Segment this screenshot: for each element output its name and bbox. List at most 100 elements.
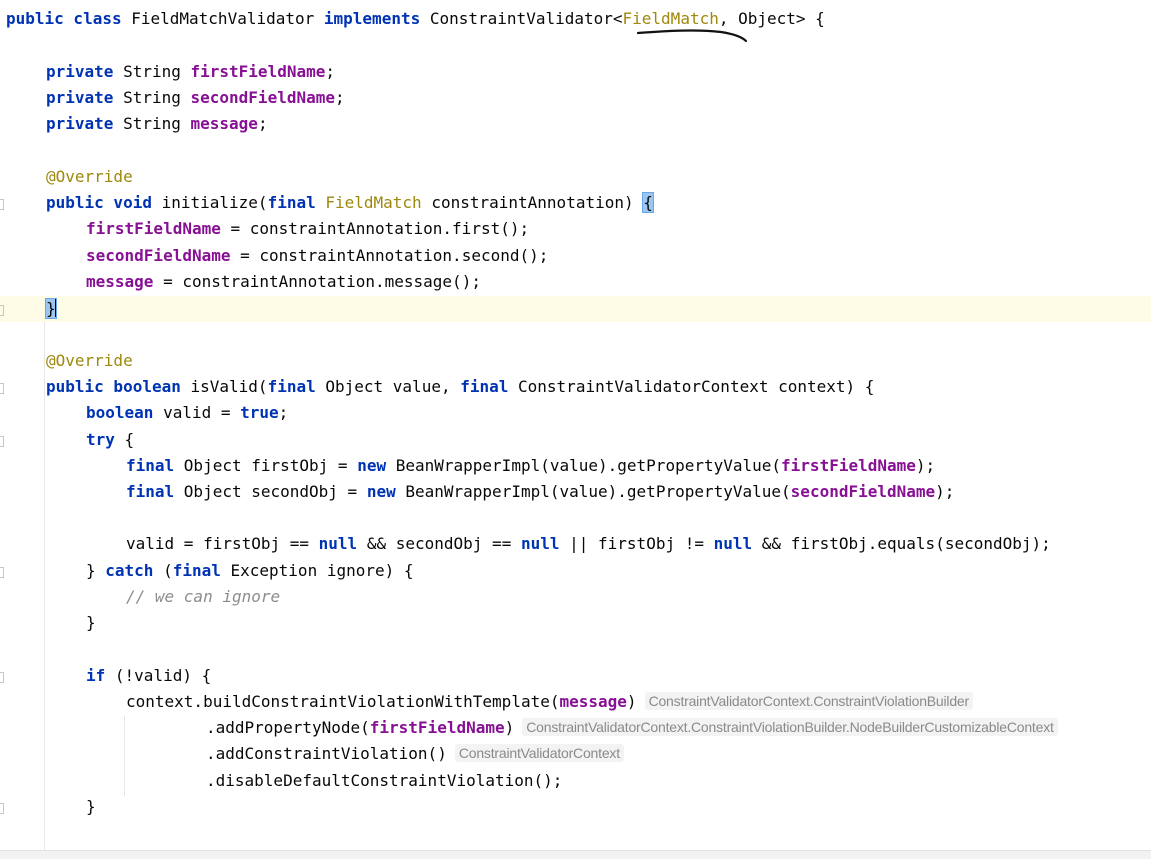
- code-token: final: [267, 377, 326, 396]
- code-token: if: [86, 666, 115, 685]
- code-line[interactable]: private String firstFieldName;: [0, 59, 1151, 85]
- code-line[interactable]: firstFieldName = constraintAnnotation.fi…: [0, 216, 1151, 242]
- code-text: private String message;: [46, 111, 268, 137]
- code-token: (!valid) {: [114, 666, 212, 685]
- code-line[interactable]: context.buildConstraintViolationWithTemp…: [0, 689, 1151, 715]
- code-token: null: [318, 534, 367, 553]
- code-line[interactable]: @Override: [0, 164, 1151, 190]
- code-token: message: [86, 272, 154, 291]
- code-token: ;: [257, 114, 268, 133]
- code-token: null: [713, 534, 762, 553]
- code-text: }: [45, 296, 57, 322]
- code-line[interactable]: boolean valid = true;: [0, 400, 1151, 426]
- code-text: public boolean isValid(final Object valu…: [46, 374, 874, 400]
- code-line[interactable]: message = constraintAnnotation.message()…: [0, 269, 1151, 295]
- fold-marker-icon[interactable]: [0, 436, 4, 447]
- code-token: secondFieldName: [790, 482, 936, 501]
- code-token: new: [357, 456, 396, 475]
- code-text: .addPropertyNode(firstFieldName) Constrai…: [206, 715, 1058, 741]
- fold-marker-icon[interactable]: [0, 383, 4, 394]
- code-token: = constraintAnnotation.second();: [230, 246, 549, 265]
- code-token: ConstraintValidator<: [429, 9, 623, 28]
- fold-marker-icon[interactable]: [0, 199, 4, 210]
- code-line[interactable]: valid = firstObj == null && secondObj ==…: [0, 531, 1151, 557]
- code-token: isValid(: [190, 377, 268, 396]
- code-token: );: [935, 482, 955, 501]
- code-editor[interactable]: public class FieldMatchValidator impleme…: [0, 0, 1151, 850]
- fold-marker-icon[interactable]: [0, 672, 4, 683]
- code-token: , Object> {: [718, 9, 825, 28]
- code-line[interactable]: .disableDefaultConstraintViolation();: [0, 768, 1151, 794]
- code-line[interactable]: try {: [0, 427, 1151, 453]
- code-line[interactable]: final Object secondObj = new BeanWrapper…: [0, 479, 1151, 505]
- code-line[interactable]: secondFieldName = constraintAnnotation.s…: [0, 243, 1151, 269]
- code-token: .addConstraintViolation(): [206, 744, 447, 763]
- code-line[interactable]: public void initialize(final FieldMatch …: [0, 190, 1151, 216]
- code-line[interactable]: [0, 32, 1151, 58]
- code-line[interactable]: [0, 505, 1151, 531]
- code-token: Exception ignore) {: [230, 561, 414, 580]
- code-text: try {: [86, 427, 134, 453]
- code-line[interactable]: [0, 322, 1151, 348]
- code-line[interactable]: }: [0, 794, 1151, 820]
- code-text: // we can ignore: [126, 584, 280, 610]
- fold-marker-icon[interactable]: [0, 803, 4, 814]
- code-text: .disableDefaultConstraintViolation();: [206, 768, 562, 794]
- code-token: ): [626, 692, 637, 711]
- code-line[interactable]: public boolean isValid(final Object valu…: [0, 374, 1151, 400]
- code-line[interactable]: // we can ignore: [0, 584, 1151, 610]
- code-token: final: [126, 482, 184, 501]
- code-token: ;: [335, 88, 345, 107]
- code-token: && firstObj.equals(secondObj);: [761, 534, 1051, 553]
- code-line[interactable]: private String message;: [0, 111, 1151, 137]
- code-line[interactable]: @Override: [0, 348, 1151, 374]
- code-token: String: [123, 62, 191, 81]
- code-text: public void initialize(final FieldMatch …: [46, 190, 654, 216]
- code-text: firstFieldName = constraintAnnotation.fi…: [86, 216, 529, 242]
- code-token: {: [124, 430, 135, 449]
- code-line[interactable]: }: [0, 296, 1151, 322]
- code-token: Object secondObj =: [183, 482, 367, 501]
- code-text: valid = firstObj == null && secondObj ==…: [126, 531, 1051, 557]
- code-token: private: [46, 114, 124, 133]
- code-line[interactable]: .addConstraintViolation() ConstraintValid…: [0, 741, 1151, 767]
- code-token: ;: [325, 62, 335, 81]
- code-text: .addConstraintViolation() ConstraintValid…: [206, 741, 624, 767]
- code-token: @Override: [46, 167, 133, 186]
- code-token: String: [123, 88, 191, 107]
- code-token: private: [46, 62, 124, 81]
- code-line[interactable]: [0, 138, 1151, 164]
- code-text: } catch (final Exception ignore) {: [86, 558, 414, 584]
- code-token: FieldMatch: [325, 193, 432, 212]
- code-token: || firstObj !=: [569, 534, 714, 553]
- code-text: private String firstFieldName;: [46, 59, 335, 85]
- code-text: private String secondFieldName;: [46, 85, 345, 111]
- code-line[interactable]: public class FieldMatchValidator impleme…: [0, 6, 1151, 32]
- code-text: boolean valid = true;: [86, 400, 288, 426]
- fold-marker-icon[interactable]: [0, 305, 4, 316]
- code-line[interactable]: private String secondFieldName;: [0, 85, 1151, 111]
- code-line[interactable]: .addPropertyNode(firstFieldName) Constrai…: [0, 715, 1151, 741]
- code-line[interactable]: [0, 636, 1151, 662]
- code-line[interactable]: if (!valid) {: [0, 663, 1151, 689]
- inlay-type-hint: ConstraintValidatorContext.ConstraintVio…: [522, 718, 1058, 736]
- code-token: .disableDefaultConstraintViolation();: [206, 771, 563, 790]
- code-line[interactable]: }: [0, 610, 1151, 636]
- code-line[interactable]: } catch (final Exception ignore) {: [0, 558, 1151, 584]
- code-token: @Override: [46, 351, 133, 370]
- code-text: context.buildConstraintViolationWithTemp…: [126, 689, 973, 715]
- code-token: (: [163, 561, 173, 580]
- code-token: = constraintAnnotation.message();: [153, 272, 481, 291]
- text-caret: [54, 299, 56, 317]
- code-token: .addPropertyNode(: [206, 718, 370, 737]
- code-token: }: [86, 561, 106, 580]
- code-line[interactable]: final Object firstObj = new BeanWrapperI…: [0, 453, 1151, 479]
- code-text: final Object secondObj = new BeanWrapper…: [126, 479, 954, 505]
- code-token: new: [366, 482, 406, 501]
- fold-marker-icon[interactable]: [0, 567, 4, 578]
- code-token: valid =: [163, 403, 241, 422]
- code-token: );: [915, 456, 936, 475]
- code-token: firstFieldName: [781, 456, 916, 475]
- code-token: }: [86, 797, 96, 816]
- code-token: message: [190, 114, 258, 133]
